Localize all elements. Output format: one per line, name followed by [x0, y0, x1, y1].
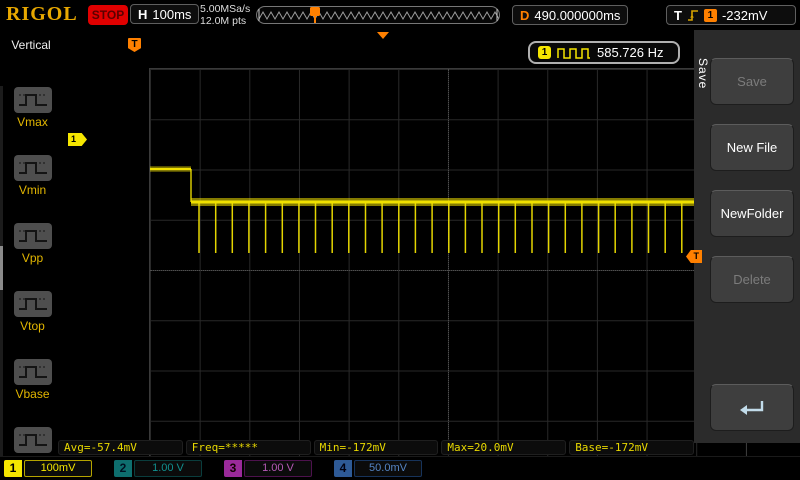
vpp-waveform-icon	[13, 223, 52, 249]
sidebar-item-label: Vpp	[21, 251, 44, 265]
channel-2-badge: 2	[114, 460, 132, 477]
sidebar-item-vbase[interactable]: Vbase	[3, 359, 62, 422]
graticule	[149, 68, 747, 472]
d-label: D	[520, 7, 530, 23]
soft-menu-panel: Save Save New File NewFolder Delete	[694, 30, 800, 443]
frequency-value: 585.726 Hz	[597, 45, 664, 60]
channel-3-badge: 3	[224, 460, 242, 477]
measure-sidebar: Vertical Vmax Vmin Vpp Vtop Vbase	[0, 30, 62, 469]
measurement-freq: Freq=*****	[185, 440, 311, 455]
h-label: H	[138, 6, 148, 22]
new-folder-button[interactable]: NewFolder	[710, 190, 794, 237]
sidebar-item-label: Vmax	[17, 115, 48, 129]
channel-3-scale: 1.00 V	[244, 460, 312, 477]
preview-waveform-icon	[258, 7, 499, 23]
sidebar-item-label: Vmin	[18, 183, 47, 197]
brand-logo: RIGOL	[6, 3, 78, 25]
sidebar-item-label: Vbase	[15, 387, 50, 401]
channel-4-scale: 50.0mV	[354, 460, 422, 477]
trigger-source-badge: 1	[703, 8, 717, 22]
vmax-waveform-icon	[13, 87, 52, 113]
measurement-max: Max=20.0mV	[441, 440, 567, 455]
sidebar-title: Vertical	[11, 38, 51, 52]
ch1-waveform-trace	[150, 166, 746, 253]
freq-counter-channel-badge: 1	[538, 46, 551, 59]
pulse-train-icon	[557, 47, 590, 59]
save-button[interactable]: Save	[710, 58, 794, 105]
acquisition-info: 5.00MSa/s 12.0M pts	[200, 3, 250, 27]
memory-depth: 12.0M pts	[200, 15, 247, 27]
channel-3-status[interactable]: 3 1.00 V	[224, 460, 312, 477]
sidebar-item-vtop[interactable]: Vtop	[3, 291, 62, 354]
frequency-counter: 1 585.726 Hz	[528, 41, 680, 64]
trigger-level-value: -232mV	[721, 7, 768, 23]
timebase-value: 100ms	[152, 6, 192, 22]
top-status-bar: RIGOL STOP H 100ms 5.00MSa/s 12.0M pts D	[0, 0, 800, 31]
channel-2-status[interactable]: 2 1.00 V	[114, 460, 202, 477]
sidebar-item-vpp[interactable]: Vpp	[3, 223, 62, 286]
vmin-waveform-icon	[13, 155, 52, 181]
vbase-waveform-icon	[13, 359, 52, 385]
delay-readout-box: D 490.000000ms	[512, 5, 629, 25]
channel-2-scale: 1.00 V	[134, 460, 202, 477]
measurement-results-bar: Avg=-57.4mV Freq=***** Min=-172mV Max=20…	[58, 440, 694, 455]
channel-1-status[interactable]: 1 100mV	[4, 460, 92, 477]
sidebar-item-label: Vtop	[20, 319, 45, 333]
channel-1-badge: 1	[4, 460, 22, 477]
channel-1-scale: 100mV	[24, 460, 92, 477]
sidebar-item-vmax[interactable]: Vmax	[3, 87, 62, 150]
rising-edge-icon	[687, 10, 698, 21]
new-file-button[interactable]: New File	[710, 124, 794, 171]
t-label: T	[674, 7, 682, 23]
waveform-preview-strip[interactable]	[256, 6, 500, 24]
menu-tab-save: Save	[696, 58, 710, 90]
sidebar-item-vmin[interactable]: Vmin	[3, 155, 62, 218]
run-state-badge: STOP	[88, 5, 128, 25]
measurement-min: Min=-172mV	[313, 440, 439, 455]
trigger-position-icon[interactable]	[377, 32, 389, 39]
delay-value: 490.000000ms	[534, 7, 621, 23]
measurement-base: Base=-172mV	[569, 440, 694, 455]
channel-4-badge: 4	[334, 460, 352, 477]
vtop-waveform-icon	[13, 291, 52, 317]
return-arrow-icon	[740, 400, 764, 415]
channel-status-bar: 1 100mV 2 1.00 V 3 1.00 V 4 50.0mV	[0, 456, 800, 480]
channel-4-status[interactable]: 4 50.0mV	[334, 460, 422, 477]
vamp-waveform-icon	[13, 427, 52, 453]
horizontal-timebase-box: H 100ms	[130, 4, 200, 24]
display-area	[62, 30, 747, 472]
sample-rate: 5.00MSa/s	[200, 3, 251, 15]
trigger-readout-box: T 1 -232mV	[666, 5, 796, 25]
back-return-button[interactable]	[710, 384, 794, 431]
delete-button[interactable]: Delete	[710, 256, 794, 303]
preview-trigger-slider[interactable]	[310, 7, 320, 23]
oscilloscope-screen: RIGOL STOP H 100ms 5.00MSa/s 12.0M pts D	[0, 0, 800, 480]
measurement-avg: Avg=-57.4mV	[58, 440, 183, 455]
